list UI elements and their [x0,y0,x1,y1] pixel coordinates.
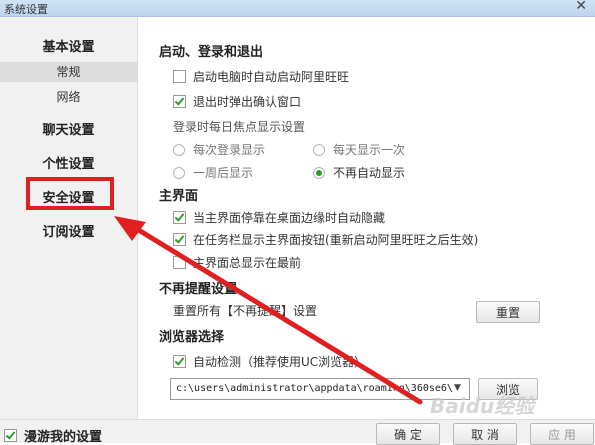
sidebar-item-chat[interactable]: 聊天设置 [0,119,137,138]
bottom-bar: 漫游我的设置 确 定 取 消 应 用 [0,419,595,445]
after-week-label: 一周后显示 [193,166,254,180]
auto-hide-label: 当主界面停靠在桌面边缘时自动隐藏 [193,211,386,225]
always-top-checkbox[interactable] [173,256,186,269]
auto-start-option[interactable]: 启动电脑时自动启动阿里旺旺 [173,68,349,85]
auto-detect-checkbox[interactable] [173,355,186,368]
taskbar-button-checkbox[interactable] [173,233,186,246]
taskbar-button-option[interactable]: 在任务栏显示主界面按钮(重新启动阿里旺旺之后生效) [173,231,478,248]
browser-heading: 浏览器选择 [159,330,225,345]
confirm-exit-label: 退出时弹出确认窗口 [193,95,302,109]
sidebar-item-basic[interactable]: 基本设置 [0,36,137,55]
auto-hide-option[interactable]: 当主界面停靠在桌面边缘时自动隐藏 [173,209,385,226]
roam-settings-checkbox[interactable] [4,429,17,442]
sidebar-item-general[interactable]: 常规 [0,62,137,82]
after-week-option[interactable]: 一周后显示 [173,164,253,181]
reset-button[interactable]: 重置 [476,301,540,323]
once-daily-option[interactable]: 每天显示一次 [313,141,405,158]
auto-detect-option[interactable]: 自动检测（推荐使用UC浏览器） [173,353,366,370]
browser-path-select[interactable]: c:\users\administrator\appdata\roaming\3… [170,378,470,400]
always-top-label: 主界面总显示在最前 [193,256,302,270]
roam-settings-option[interactable]: 漫游我的设置 [4,426,102,445]
reminder-heading: 不再提醒设置 [159,282,238,297]
sidebar-item-subscription[interactable]: 订阅设置 [0,221,137,240]
confirm-exit-checkbox[interactable] [173,95,186,108]
focus-heading: 登录时每日焦点显示设置 [173,120,306,134]
main-ui-heading: 主界面 [159,189,199,204]
auto-start-checkbox[interactable] [173,70,186,83]
window-title: 系统设置 [4,3,48,16]
confirm-exit-option[interactable]: 退出时弹出确认窗口 [173,93,301,110]
taskbar-button-label: 在任务栏显示主界面按钮(重新启动阿里旺旺之后生效) [193,233,479,247]
sidebar: 基本设置 常规 网络 聊天设置 个性设置 安全设置 订阅设置 [0,17,138,419]
never-auto-option[interactable]: 不再自动显示 [313,164,405,181]
close-icon[interactable]: ✕ [575,0,587,14]
every-login-option[interactable]: 每次登录显示 [173,141,265,158]
every-login-radio[interactable] [173,143,185,156]
auto-hide-checkbox[interactable] [173,211,186,224]
startup-heading: 启动、登录和退出 [159,45,264,60]
once-daily-radio[interactable] [313,143,325,156]
always-top-option[interactable]: 主界面总显示在最前 [173,254,301,271]
sidebar-item-personal[interactable]: 个性设置 [0,153,137,172]
reset-reminder-text: 重置所有【不再提醒】设置 [173,304,318,318]
never-auto-label: 不再自动显示 [333,166,406,180]
never-auto-radio[interactable] [313,166,325,179]
once-daily-label: 每天显示一次 [333,143,406,157]
every-login-label: 每次登录显示 [193,143,266,157]
title-bar: 系统设置 ✕ [0,0,595,17]
sidebar-item-network[interactable]: 网络 [0,88,137,105]
roam-settings-label: 漫游我的设置 [24,430,103,445]
auto-detect-label: 自动检测（推荐使用UC浏览器） [193,355,367,369]
highlight-box [26,177,114,210]
watermark-logo: Baidu经验 [430,394,535,418]
auto-start-label: 启动电脑时自动启动阿里旺旺 [193,70,350,84]
after-week-radio[interactable] [173,166,185,179]
